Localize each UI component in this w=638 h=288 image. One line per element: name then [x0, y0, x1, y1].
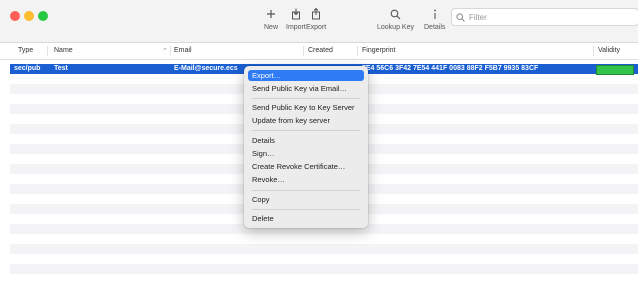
table-header: Type Name ⌃ Email Created Fingerprint Va…: [0, 43, 638, 60]
menu-item-delete[interactable]: Delete: [248, 213, 364, 224]
column-divider[interactable]: [47, 46, 48, 56]
menu-item-copy[interactable]: Copy: [248, 194, 364, 205]
column-header-email[interactable]: Email: [174, 47, 192, 54]
cell-email: E-Mail@secure.ecs: [174, 65, 238, 72]
menu-separator: [252, 190, 360, 191]
column-divider[interactable]: [357, 46, 358, 56]
export-icon: [311, 6, 321, 22]
lookup-key-label: Lookup Key: [377, 24, 414, 31]
table-row[interactable]: [10, 244, 638, 254]
details-button[interactable]: Details: [424, 6, 445, 31]
import-label: Import: [286, 24, 306, 31]
menu-separator: [252, 98, 360, 99]
column-header-validity[interactable]: Validity: [598, 47, 620, 54]
cell-type: sec/pub: [14, 65, 41, 72]
new-button[interactable]: New: [264, 6, 278, 31]
search-placeholder: Filter: [469, 12, 487, 22]
zoom-window-button[interactable]: [38, 11, 48, 21]
sort-chevron-icon: ⌃: [162, 48, 168, 55]
lookup-key-button[interactable]: Lookup Key: [377, 6, 414, 31]
cell-fingerprint: 7E4 56C6 3F42 7E54 441F 0083 88F2 F5B7 9…: [362, 65, 539, 72]
menu-item-update-from-key-server[interactable]: Update from key server: [248, 115, 364, 126]
menu-item-revoke[interactable]: Revoke…: [248, 174, 364, 185]
plus-icon: [266, 6, 276, 22]
cell-name: Test: [54, 65, 68, 72]
menu-item-details[interactable]: Details: [248, 135, 364, 146]
magnifier-icon: [390, 6, 401, 22]
menu-separator: [252, 209, 360, 210]
column-header-name[interactable]: Name: [54, 47, 73, 54]
close-window-button[interactable]: [10, 11, 20, 21]
column-header-type[interactable]: Type: [18, 47, 33, 54]
menu-item-sign[interactable]: Sign…: [248, 148, 364, 159]
export-button[interactable]: Export: [306, 6, 326, 31]
column-header-created[interactable]: Created: [308, 47, 333, 54]
column-header-fingerprint[interactable]: Fingerprint: [362, 47, 395, 54]
menu-item-send-public-key-to-key-server[interactable]: Send Public Key to Key Server: [248, 102, 364, 113]
column-divider[interactable]: [303, 46, 304, 56]
menu-item-send-public-key-via-email[interactable]: Send Public Key via Email…: [248, 83, 364, 94]
context-menu: Export… Send Public Key via Email… Send …: [244, 66, 368, 228]
minimize-window-button[interactable]: [24, 11, 34, 21]
info-icon: [432, 6, 438, 22]
import-icon: [291, 6, 301, 22]
new-label: New: [264, 24, 279, 31]
menu-separator: [252, 130, 360, 131]
window-titlebar: New Import Export Lookup Key Details Fil…: [0, 0, 638, 43]
validity-bar: [596, 65, 634, 75]
search-icon: [456, 12, 465, 22]
column-divider[interactable]: [593, 46, 594, 56]
search-field[interactable]: Filter: [451, 8, 638, 26]
import-button[interactable]: Import: [286, 6, 306, 31]
export-label: Export: [306, 24, 327, 31]
menu-item-create-revoke-certificate[interactable]: Create Revoke Certificate…: [248, 161, 364, 172]
details-label: Details: [424, 24, 446, 31]
table-row[interactable]: [10, 264, 638, 274]
menu-item-export[interactable]: Export…: [248, 70, 364, 81]
column-divider[interactable]: [170, 46, 171, 56]
